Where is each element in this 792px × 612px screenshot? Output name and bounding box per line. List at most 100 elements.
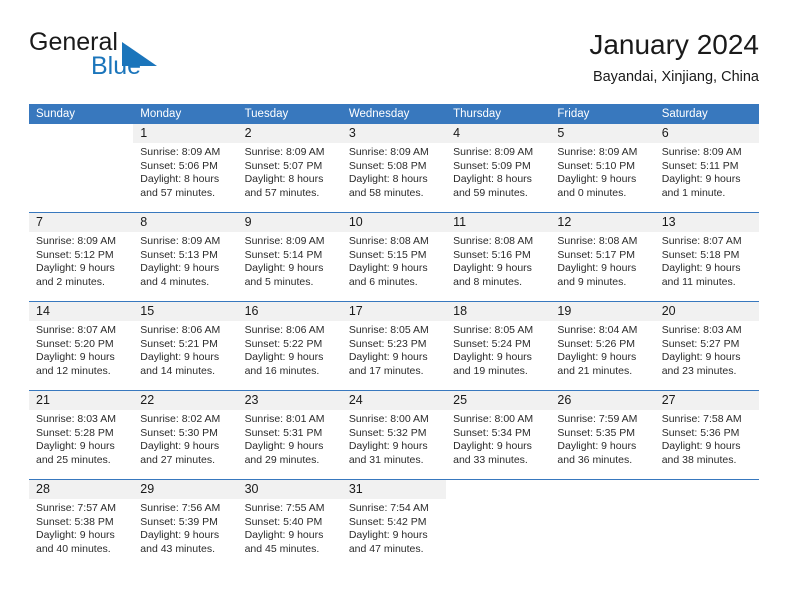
calendar-day-cell[interactable]: 19 Sunrise: 8:04 AM Sunset: 5:26 PM Dayligh…	[550, 302, 655, 390]
daylight-text-line2: and 59 minutes.	[453, 186, 528, 199]
calendar-day-cell[interactable]: 22 Sunrise: 8:02 AM Sunset: 5:30 PM Dayligh…	[133, 391, 238, 479]
page-title: January 2024	[589, 29, 759, 60]
day-number: 2	[237, 124, 342, 143]
day-number: 18	[446, 302, 551, 321]
weekday-header-sunday: Sunday	[36, 108, 76, 120]
calendar-day-cell[interactable]: 20 Sunrise: 8:03 AM Sunset: 5:27 PM Dayligh…	[654, 302, 759, 390]
calendar-day-cell[interactable]: 3 Sunrise: 8:09 AM Sunset: 5:08 PM Daylight…	[341, 124, 447, 212]
calendar-day-cell[interactable]: 13 Sunrise: 8:07 AM Sunset: 5:18 PM Dayligh…	[654, 213, 759, 301]
calendar-day-cell[interactable]: 8 Sunrise: 8:09 AM Sunset: 5:13 PM Daylight…	[133, 213, 238, 301]
calendar-day-cell[interactable]: 6 Sunrise: 8:09 AM Sunset: 5:11 PM Daylight…	[654, 124, 759, 212]
calendar-day-cell[interactable]: 2 Sunrise: 8:09 AM Sunset: 5:07 PM Daylight…	[237, 124, 342, 212]
sunset-text: Sunset: 5:34 PM	[453, 426, 531, 439]
day-details	[446, 499, 551, 568]
sunrise-text: Sunrise: 8:09 AM	[244, 146, 325, 158]
day-number: 5	[550, 124, 655, 143]
calendar-day-cell[interactable]: 18 Sunrise: 8:05 AM Sunset: 5:24 PM Dayligh…	[446, 302, 551, 390]
day-number: 7	[29, 213, 134, 232]
location-subtitle: Bayandai, Xinjiang, China	[592, 69, 759, 85]
day-number: 19	[550, 302, 655, 321]
sunset-text: Sunset: 5:17 PM	[557, 248, 636, 261]
daylight-text-line1: Daylight: 9 hours	[140, 262, 220, 275]
daylight-text-line1: Daylight: 9 hours	[244, 351, 324, 364]
sunset-text: Sunset: 5:24 PM	[453, 337, 531, 350]
calendar-day-cell[interactable]: 23 Sunrise: 8:01 AM Sunset: 5:31 PM Dayligh…	[237, 391, 342, 479]
daylight-text-line1: Daylight: 9 hours	[244, 440, 324, 453]
calendar-page: General Blue January 2024 Bayandai, Xinj…	[0, 0, 792, 612]
calendar-day-cell[interactable]: 25 Sunrise: 8:00 AM Sunset: 5:34 PM Dayligh…	[446, 391, 551, 479]
sunset-text: Sunset: 5:30 PM	[140, 426, 218, 439]
daylight-text-line2: and 5 minutes.	[244, 275, 314, 288]
sunset-text: Sunset: 5:14 PM	[244, 248, 323, 261]
daylight-text-line2: and 16 minutes.	[244, 364, 320, 377]
daylight-text-line1: Daylight: 9 hours	[557, 173, 637, 186]
day-number: 14	[29, 302, 134, 321]
daylight-text-line2: and 25 minutes.	[36, 453, 111, 466]
daylight-text-line2: and 36 minutes.	[557, 453, 633, 466]
daylight-text-line2: and 29 minutes.	[244, 453, 320, 466]
calendar-day-cell[interactable]: 28 Sunrise: 7:57 AM Sunset: 5:38 PM Dayligh…	[29, 480, 134, 568]
calendar-day-cell[interactable]: 4 Sunrise: 8:09 AM Sunset: 5:09 PM Daylight…	[446, 124, 551, 212]
sunrise-text: Sunrise: 8:08 AM	[557, 235, 638, 247]
day-number: 25	[446, 391, 551, 410]
calendar-day-cell[interactable]: 17 Sunrise: 8:05 AM Sunset: 5:23 PM Dayligh…	[341, 302, 447, 390]
calendar-day-cell[interactable]: 31 Sunrise: 7:54 AM Sunset: 5:42 PM Dayligh…	[341, 480, 447, 568]
sunrise-text: Sunrise: 8:09 AM	[36, 235, 116, 247]
sunset-text: Sunset: 5:36 PM	[661, 426, 740, 439]
weekday-header-monday: Monday	[140, 108, 182, 120]
day-number: 22	[133, 391, 238, 410]
sunrise-text: Sunrise: 8:09 AM	[348, 146, 429, 158]
calendar-day-cell[interactable]: 5 Sunrise: 8:09 AM Sunset: 5:10 PM Daylight…	[550, 124, 655, 212]
weekday-header-tuesday: Tuesday	[244, 108, 289, 120]
calendar-day-cell[interactable]: 15 Sunrise: 8:06 AM Sunset: 5:21 PM Dayligh…	[133, 302, 238, 390]
day-number: 20	[654, 302, 759, 321]
calendar-day-cell[interactable]: 10 Sunrise: 8:08 AM Sunset: 5:15 PM Dayligh…	[341, 213, 447, 301]
calendar-day-cell[interactable]: 21 Sunrise: 8:03 AM Sunset: 5:28 PM Dayligh…	[29, 391, 134, 479]
weekday-header-thursday: Thursday	[453, 108, 502, 120]
calendar-day-cell[interactable]: 12 Sunrise: 8:08 AM Sunset: 5:17 PM Dayligh…	[550, 213, 655, 301]
daylight-text-line1: Daylight: 8 hours	[140, 173, 220, 186]
calendar-day-cell[interactable]: 14 Sunrise: 8:07 AM Sunset: 5:20 PM Dayligh…	[29, 302, 134, 390]
sunrise-text: Sunrise: 8:00 AM	[348, 413, 429, 425]
daylight-text-line2: and 57 minutes.	[140, 186, 215, 199]
calendar-week-row: 21 Sunrise: 8:03 AM Sunset: 5:28 PM Dayligh…	[29, 390, 759, 479]
day-number: 21	[29, 391, 134, 410]
calendar-week-row: 1 Sunrise: 8:09 AM Sunset: 5:06 PM Daylight…	[29, 124, 759, 212]
calendar-day-cell[interactable]: 11 Sunrise: 8:08 AM Sunset: 5:16 PM Dayligh…	[446, 213, 551, 301]
calendar-day-cell[interactable]: 9 Sunrise: 8:09 AM Sunset: 5:14 PM Daylight…	[237, 213, 342, 301]
sunset-text: Sunset: 5:40 PM	[244, 515, 323, 528]
calendar-day-cell[interactable]: 7 Sunrise: 8:09 AM Sunset: 5:12 PM Daylight…	[29, 213, 134, 301]
day-number: 13	[654, 213, 759, 232]
day-details: Sunrise: 8:05 AM Sunset: 5:23 PM Daylight:…	[342, 321, 446, 390]
sunrise-text: Sunrise: 8:01 AM	[244, 413, 325, 425]
brand-logo[interactable]: General Blue	[29, 28, 179, 86]
daylight-text-line1: Daylight: 9 hours	[661, 173, 741, 186]
daylight-text-line1: Daylight: 9 hours	[661, 262, 741, 275]
day-number: 6	[654, 124, 759, 143]
sunrise-text: Sunrise: 8:09 AM	[661, 146, 742, 158]
day-details	[550, 499, 655, 568]
calendar-grid: Sunday Monday Tuesday Wednesday Thursday…	[29, 104, 759, 568]
daylight-text-line2: and 47 minutes.	[348, 542, 424, 555]
calendar-day-cell[interactable]: 29 Sunrise: 7:56 AM Sunset: 5:39 PM Dayligh…	[133, 480, 238, 568]
sunset-text: Sunset: 5:23 PM	[348, 337, 427, 350]
calendar-day-cell[interactable]: 1 Sunrise: 8:09 AM Sunset: 5:06 PM Daylight…	[133, 124, 238, 212]
daylight-text-line1: Daylight: 9 hours	[453, 351, 532, 364]
calendar-day-cell[interactable]: 27 Sunrise: 7:58 AM Sunset: 5:36 PM Dayligh…	[654, 391, 759, 479]
day-number	[29, 124, 134, 143]
daylight-text-line1: Daylight: 9 hours	[244, 262, 324, 275]
calendar-day-cell[interactable]: 16 Sunrise: 8:06 AM Sunset: 5:22 PM Dayligh…	[237, 302, 342, 390]
sunset-text: Sunset: 5:42 PM	[348, 515, 427, 528]
daylight-text-line2: and 38 minutes.	[661, 453, 737, 466]
day-number: 4	[446, 124, 551, 143]
calendar-day-cell[interactable]: 26 Sunrise: 7:59 AM Sunset: 5:35 PM Dayligh…	[550, 391, 655, 479]
weekday-header-wednesday: Wednesday	[348, 108, 410, 120]
calendar-day-cell[interactable]: 24 Sunrise: 8:00 AM Sunset: 5:32 PM Dayligh…	[341, 391, 447, 479]
sunset-text: Sunset: 5:39 PM	[140, 515, 218, 528]
calendar-week-row: 14 Sunrise: 8:07 AM Sunset: 5:20 PM Dayligh…	[29, 301, 759, 390]
sunset-text: Sunset: 5:28 PM	[36, 426, 114, 439]
daylight-text-line2: and 14 minutes.	[140, 364, 215, 377]
calendar-day-cell[interactable]: 30 Sunrise: 7:55 AM Sunset: 5:40 PM Dayligh…	[237, 480, 342, 568]
sunrise-text: Sunrise: 8:09 AM	[140, 235, 221, 247]
calendar-weeks: 1 Sunrise: 8:09 AM Sunset: 5:06 PM Daylight…	[29, 124, 759, 568]
